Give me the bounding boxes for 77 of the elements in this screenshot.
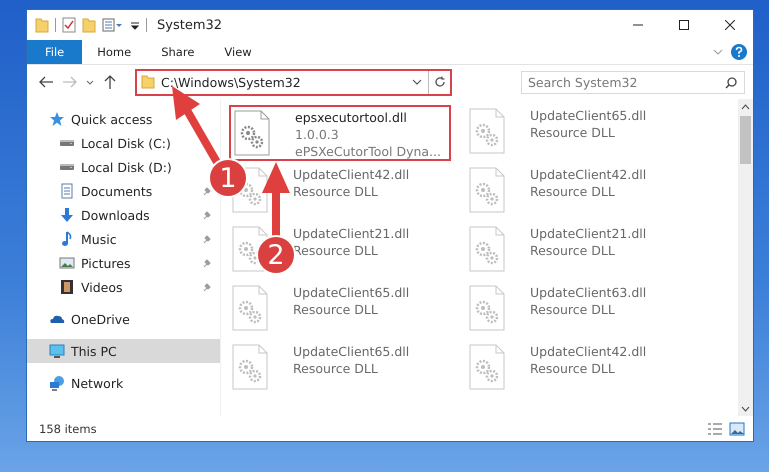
sidebar-item[interactable]: OneDrive	[27, 307, 220, 331]
gear-file-icon	[231, 343, 269, 391]
sidebar-item[interactable]: Network	[27, 371, 220, 395]
file-detail: Resource DLL	[530, 124, 616, 141]
scrollbar-thumb[interactable]	[740, 116, 751, 164]
ribbon-tab[interactable]: File	[27, 40, 82, 64]
gear-file-icon	[233, 109, 271, 157]
file-name[interactable]: UpdateClient65.dll	[293, 343, 410, 360]
file-name[interactable]: UpdateClient42.dll	[530, 343, 646, 360]
gear-file-icon	[468, 284, 506, 332]
sidebar-item[interactable]: Quick access	[27, 107, 220, 131]
file-detail: Resource DLL	[530, 183, 616, 200]
file-detail: Resource DLL	[530, 242, 616, 259]
file-name[interactable]: UpdateClient65.dll	[530, 107, 646, 124]
sidebar-item[interactable]: Local Disk (C:)	[27, 131, 171, 155]
gear-file-icon	[468, 107, 506, 155]
search-field[interactable]: Search System32	[521, 70, 745, 94]
close-icon	[725, 20, 735, 30]
file-item[interactable]: epsxecutortool.dll 1.0.0.3 ePSXeCutorTool Dyna...	[229, 105, 451, 161]
chevron-down-icon	[86, 80, 94, 84]
address-path: C:\Windows\System32	[161, 74, 301, 90]
document-icon	[59, 183, 75, 199]
file-name[interactable]: UpdateClient42.dll	[530, 166, 646, 183]
sidebar-item[interactable]: Videos	[27, 275, 123, 299]
details-view-icon[interactable]	[707, 422, 723, 436]
sidebar-item[interactable]: Documents	[27, 179, 152, 203]
film-icon	[59, 279, 75, 295]
file-detail: Resource DLL	[293, 183, 379, 200]
picture-icon	[59, 255, 75, 271]
up-arrow-icon	[104, 75, 116, 89]
gear-file-icon	[468, 166, 506, 214]
drive-icon	[59, 163, 75, 171]
file-detail: ePSXeCutorTool Dyna...	[295, 143, 441, 160]
sidebar-item[interactable]: Pictures	[27, 251, 130, 275]
sidebar-item[interactable]: Music	[27, 227, 117, 251]
file-name[interactable]: UpdateClient42.dll	[293, 166, 410, 183]
monitor-icon	[49, 343, 65, 359]
scroll-up-icon[interactable]	[741, 104, 750, 110]
drive-icon	[59, 139, 75, 147]
file-name: epsxecutortool.dll	[295, 109, 408, 126]
ribbon-tab[interactable]: Home	[82, 40, 146, 64]
file-detail: Resource DLL	[293, 360, 379, 377]
star-icon	[49, 111, 65, 127]
file-detail: Resource DLL	[293, 301, 379, 318]
file-name[interactable]: UpdateClient63.dll	[530, 284, 646, 301]
sidebar-item[interactable]: Local Disk (D:)	[27, 155, 172, 179]
refresh-icon	[434, 76, 446, 88]
ribbon-tab[interactable]: Share	[146, 40, 210, 64]
large-icons-view-icon[interactable]	[729, 422, 745, 436]
gear-file-icon	[468, 343, 506, 391]
file-name[interactable]: UpdateClient21.dll	[293, 225, 410, 242]
item-count: 158 items	[39, 422, 97, 436]
sidebar-item[interactable]: This PC	[27, 339, 220, 363]
help-icon[interactable]	[731, 44, 747, 60]
file-name[interactable]: UpdateClient65.dll	[293, 284, 410, 301]
properties-icon[interactable]	[102, 17, 124, 33]
network-icon	[49, 375, 65, 391]
download-arrow-icon	[59, 207, 75, 223]
gear-file-icon	[468, 225, 506, 273]
scroll-down-icon[interactable]	[741, 406, 750, 412]
sidebar-item[interactable]: Downloads	[27, 203, 150, 227]
window-title: System32	[157, 18, 222, 32]
file-detail: Resource DLL	[530, 301, 616, 318]
file-detail: 1.0.0.3	[295, 126, 340, 143]
ribbon-tab[interactable]: View	[209, 40, 267, 64]
chevron-down-icon[interactable]	[412, 79, 422, 85]
checkmark-document-icon[interactable]	[62, 17, 76, 33]
file-name[interactable]: UpdateClient21.dll	[530, 225, 646, 242]
scrollbar[interactable]	[738, 99, 753, 416]
back-arrow-icon	[39, 76, 53, 88]
maximize-icon	[679, 20, 689, 30]
folder-icon	[141, 75, 155, 89]
forward-arrow-icon	[63, 76, 77, 88]
address-bar[interactable]: C:\Windows\System32	[135, 68, 452, 96]
file-detail: Resource DLL	[530, 360, 616, 377]
gear-file-icon	[231, 284, 269, 332]
search-icon	[725, 76, 737, 88]
